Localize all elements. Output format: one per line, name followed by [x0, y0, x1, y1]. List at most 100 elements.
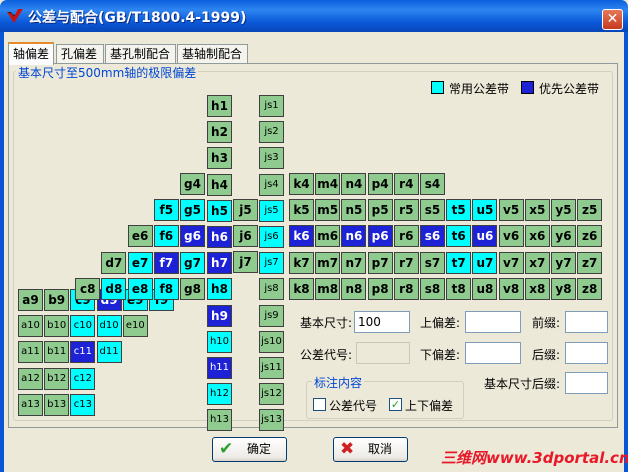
zone-g6[interactable]: g6: [180, 225, 205, 248]
suffix-input[interactable]: [565, 342, 608, 364]
zone-a11[interactable]: a11: [18, 341, 43, 364]
zone-j7[interactable]: j7: [233, 251, 258, 274]
zone-c11[interactable]: c11: [70, 341, 96, 364]
lower-deviation-input[interactable]: [465, 342, 521, 364]
zone-f6[interactable]: f6: [153, 225, 179, 248]
zone-z5[interactable]: z5: [577, 199, 603, 222]
zone-m7[interactable]: m7: [315, 251, 341, 274]
zone-js1[interactable]: js1: [259, 95, 284, 117]
zone-a13[interactable]: a13: [18, 393, 43, 416]
zone-m5[interactable]: m5: [315, 199, 341, 222]
basic-size-input[interactable]: 100: [354, 311, 410, 333]
zone-d8[interactable]: d8: [101, 277, 127, 300]
zone-h3[interactable]: h3: [207, 147, 232, 170]
zone-e10[interactable]: e10: [122, 315, 148, 338]
tolerance-code-checkbox[interactable]: [313, 398, 326, 411]
zone-m8[interactable]: m8: [315, 277, 341, 300]
zone-js12[interactable]: js12: [259, 383, 284, 406]
zone-a9[interactable]: a9: [18, 289, 43, 311]
zone-z8[interactable]: z8: [577, 277, 603, 300]
zone-n6[interactable]: n6: [341, 225, 367, 248]
zone-h8[interactable]: h8: [207, 278, 232, 301]
zone-k4[interactable]: k4: [289, 173, 314, 195]
close-button[interactable]: ✕: [602, 9, 623, 30]
zone-h4[interactable]: h4: [207, 173, 232, 196]
ok-button[interactable]: ✔ 确定: [212, 437, 287, 462]
zone-t8[interactable]: t8: [446, 277, 472, 300]
zone-js10[interactable]: js10: [259, 330, 284, 353]
zone-x6[interactable]: x6: [524, 225, 550, 248]
zone-b13[interactable]: b13: [44, 393, 70, 416]
zone-r5[interactable]: r5: [393, 199, 419, 222]
zone-c12[interactable]: c12: [70, 367, 96, 390]
zone-js8[interactable]: js8: [259, 278, 284, 301]
zone-z6[interactable]: z6: [577, 225, 603, 248]
zone-d7[interactable]: d7: [101, 251, 127, 274]
zone-k6[interactable]: k6: [289, 225, 314, 248]
zone-d10[interactable]: d10: [96, 315, 122, 338]
zone-m6[interactable]: m6: [315, 225, 341, 248]
zone-y8[interactable]: y8: [551, 277, 576, 300]
zone-g7[interactable]: g7: [180, 251, 205, 274]
zone-t5[interactable]: t5: [446, 199, 472, 222]
zone-y7[interactable]: y7: [551, 251, 576, 274]
zone-p6[interactable]: p6: [367, 225, 393, 248]
zone-s8[interactable]: s8: [420, 277, 445, 300]
zone-c8[interactable]: c8: [75, 277, 101, 300]
zone-js4[interactable]: js4: [259, 173, 284, 196]
zone-y6[interactable]: y6: [551, 225, 576, 248]
zone-j6[interactable]: j6: [233, 225, 258, 248]
zone-j5[interactable]: j5: [233, 199, 258, 221]
zone-js7[interactable]: js7: [259, 252, 284, 275]
zone-h1[interactable]: h1: [207, 95, 232, 117]
zone-v5[interactable]: v5: [498, 199, 524, 222]
zone-e8[interactable]: e8: [127, 277, 153, 300]
zone-h10[interactable]: h10: [207, 330, 232, 353]
zone-r6[interactable]: r6: [393, 225, 419, 248]
zone-b10[interactable]: b10: [44, 315, 70, 338]
zone-a10[interactable]: a10: [18, 315, 43, 338]
zone-b11[interactable]: b11: [44, 341, 70, 364]
zone-g8[interactable]: g8: [180, 277, 205, 300]
zone-v7[interactable]: v7: [498, 251, 524, 274]
cancel-button[interactable]: ✖ 取消: [333, 437, 408, 462]
zone-z7[interactable]: z7: [577, 251, 603, 274]
zone-v6[interactable]: v6: [498, 225, 524, 248]
zone-g5[interactable]: g5: [180, 199, 205, 222]
zone-b9[interactable]: b9: [44, 289, 70, 311]
zone-r7[interactable]: r7: [393, 251, 419, 274]
zone-js5[interactable]: js5: [259, 199, 284, 222]
upper-deviation-input[interactable]: [465, 311, 521, 333]
zone-h5[interactable]: h5: [207, 199, 232, 222]
tab-shaft-basis-fit[interactable]: 基轴制配合: [177, 44, 248, 64]
zone-u5[interactable]: u5: [472, 199, 498, 222]
zone-h9[interactable]: h9: [207, 304, 232, 327]
zone-p5[interactable]: p5: [367, 199, 393, 222]
zone-js3[interactable]: js3: [259, 147, 284, 170]
zone-k5[interactable]: k5: [289, 199, 314, 222]
zone-k8[interactable]: k8: [289, 277, 314, 300]
zone-s7[interactable]: s7: [420, 251, 445, 274]
zone-x5[interactable]: x5: [524, 199, 550, 222]
zone-f7[interactable]: f7: [153, 251, 179, 274]
size-suffix-input[interactable]: [565, 372, 608, 394]
zone-u8[interactable]: u8: [472, 277, 498, 300]
zone-js9[interactable]: js9: [259, 304, 284, 327]
tolerance-code-checkbox-label[interactable]: 公差代号: [329, 397, 377, 414]
zone-p8[interactable]: p8: [367, 277, 393, 300]
zone-c10[interactable]: c10: [70, 315, 96, 338]
zone-f8[interactable]: f8: [153, 277, 179, 300]
zone-e7[interactable]: e7: [127, 251, 153, 274]
zone-r8[interactable]: r8: [393, 277, 419, 300]
zone-n4[interactable]: n4: [341, 173, 367, 195]
zone-n5[interactable]: n5: [341, 199, 367, 222]
prefix-input[interactable]: [565, 311, 608, 333]
tab-hole-deviation[interactable]: 孔偏差: [56, 44, 104, 64]
close-icon[interactable]: ✕: [607, 11, 619, 27]
zone-r4[interactable]: r4: [393, 173, 419, 195]
zone-y5[interactable]: y5: [551, 199, 576, 222]
zone-b12[interactable]: b12: [44, 367, 70, 390]
zone-h12[interactable]: h12: [207, 383, 232, 406]
zone-h2[interactable]: h2: [207, 121, 232, 144]
zone-p4[interactable]: p4: [367, 173, 393, 195]
